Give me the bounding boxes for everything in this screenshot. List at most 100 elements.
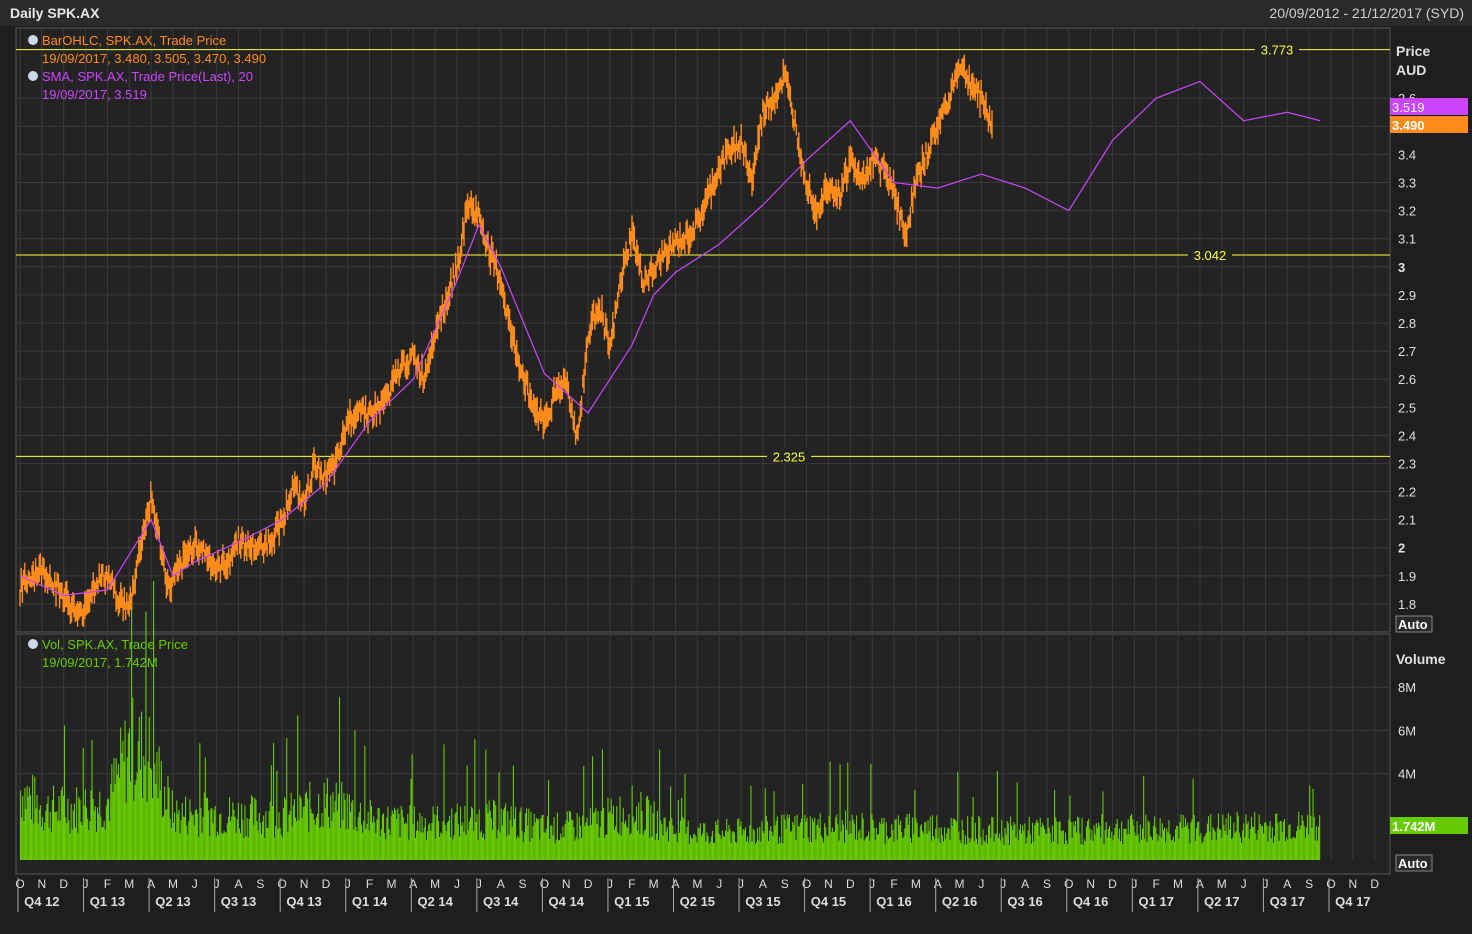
volume-bar — [975, 838, 977, 860]
volume-bar — [469, 817, 471, 860]
volume-bar — [216, 831, 218, 860]
volume-bar — [851, 814, 853, 860]
volume-bar — [1187, 822, 1189, 860]
volume-bar — [1107, 828, 1109, 860]
volume-bar — [871, 814, 873, 860]
volume-bar — [281, 837, 283, 860]
volume-bar — [785, 828, 787, 860]
volume-bar — [513, 818, 515, 860]
month-tick-label: O — [540, 877, 549, 891]
volume-bar — [1318, 826, 1320, 860]
volume-bar — [815, 839, 817, 860]
month-tick-label: S — [781, 877, 789, 891]
volume-bar — [1127, 819, 1129, 860]
volume-bar — [112, 792, 114, 860]
price-tick-label: 3.2 — [1398, 204, 1416, 219]
quarter-tick-label: Q1 17 — [1138, 894, 1173, 909]
legend-toggle-icon[interactable] — [28, 639, 38, 649]
volume-bar — [1100, 837, 1102, 860]
volume-bar — [684, 774, 686, 860]
volume-bar — [430, 830, 432, 860]
volume-bar — [326, 778, 328, 860]
volume-bar — [903, 836, 905, 860]
legend-toggle-icon[interactable] — [28, 35, 38, 45]
volume-bar — [544, 833, 546, 860]
volume-bar — [1254, 812, 1256, 860]
volume-bar — [458, 836, 460, 860]
volume-bar — [1043, 825, 1045, 860]
volume-bar — [92, 798, 94, 860]
volume-bar — [911, 842, 913, 860]
volume-bar — [455, 812, 457, 860]
volume-bar — [978, 815, 980, 860]
volume-bar — [64, 725, 66, 860]
volume-bar — [1236, 811, 1238, 860]
month-tick-label: J — [978, 877, 984, 891]
volume-bar — [485, 749, 487, 860]
volume-bar — [922, 831, 924, 860]
volume-bar — [223, 830, 225, 860]
volume-bar — [934, 839, 936, 860]
volume-bar — [130, 781, 132, 860]
volume-bar — [881, 817, 883, 860]
volume-bar — [403, 824, 405, 860]
volume-bar — [495, 805, 497, 860]
volume-bar — [347, 828, 349, 860]
volume-bar — [509, 819, 511, 860]
volume-bar — [465, 834, 467, 860]
volume-bar — [772, 835, 774, 860]
volume-bar — [114, 783, 116, 860]
volume-bar — [311, 813, 313, 860]
month-tick-label: A — [759, 877, 767, 891]
volume-tick-label: 8M — [1398, 680, 1416, 695]
volume-bar — [353, 829, 355, 860]
volume-bar — [192, 814, 194, 860]
volume-bar — [166, 809, 168, 860]
volume-bar — [917, 837, 919, 860]
ohlc-legend-values: 19/09/2017, 3.480, 3.505, 3.470, 3.490 — [42, 51, 266, 66]
volume-bar — [656, 811, 658, 860]
volume-bar — [133, 800, 135, 860]
volume-bar — [584, 826, 586, 860]
volume-bar — [1214, 831, 1216, 860]
volume-bar — [974, 822, 976, 860]
quarter-tick-label: Q2 14 — [417, 894, 453, 909]
volume-bar — [951, 825, 953, 860]
volume-bar — [564, 824, 566, 860]
volume-bar — [302, 806, 304, 860]
month-tick-label: N — [38, 877, 47, 891]
volume-bar — [1291, 838, 1293, 860]
volume-bar — [425, 840, 427, 860]
volume-bar — [515, 807, 517, 860]
volume-bar — [249, 804, 251, 860]
volume-bar — [383, 813, 385, 860]
volume-bar — [542, 814, 544, 860]
legend-toggle-icon[interactable] — [28, 71, 38, 81]
volume-bar — [570, 811, 572, 860]
volume-bar — [555, 839, 557, 860]
volume-bar — [1250, 816, 1252, 860]
volume-bar — [1059, 820, 1061, 860]
volume-bar — [1153, 825, 1155, 860]
volume-bar — [879, 822, 881, 860]
volume-bar — [428, 824, 430, 860]
volume-bar — [1303, 825, 1305, 860]
volume-bar — [187, 834, 189, 860]
volume-bar — [262, 821, 264, 860]
price-volume-chart[interactable]: 3.7733.0422.325 ONDJFMAMJJASONDJFMAMJJAS… — [0, 0, 1472, 934]
volume-bar — [652, 812, 654, 860]
volume-bar — [410, 778, 412, 860]
volume-bar — [167, 776, 169, 860]
volume-bar — [1167, 832, 1169, 860]
month-tick-label: M — [692, 877, 702, 891]
volume-bar — [1253, 826, 1255, 860]
volume-bar — [963, 844, 965, 860]
volume-bar — [1310, 815, 1312, 860]
volume-bar — [378, 808, 380, 860]
volume-bar — [788, 814, 790, 860]
volume-bar — [435, 815, 437, 860]
volume-bar — [263, 815, 265, 860]
price-tick-label: 3.4 — [1398, 147, 1416, 162]
price-tick-label: 2.2 — [1398, 485, 1416, 500]
volume-bar — [82, 748, 84, 860]
